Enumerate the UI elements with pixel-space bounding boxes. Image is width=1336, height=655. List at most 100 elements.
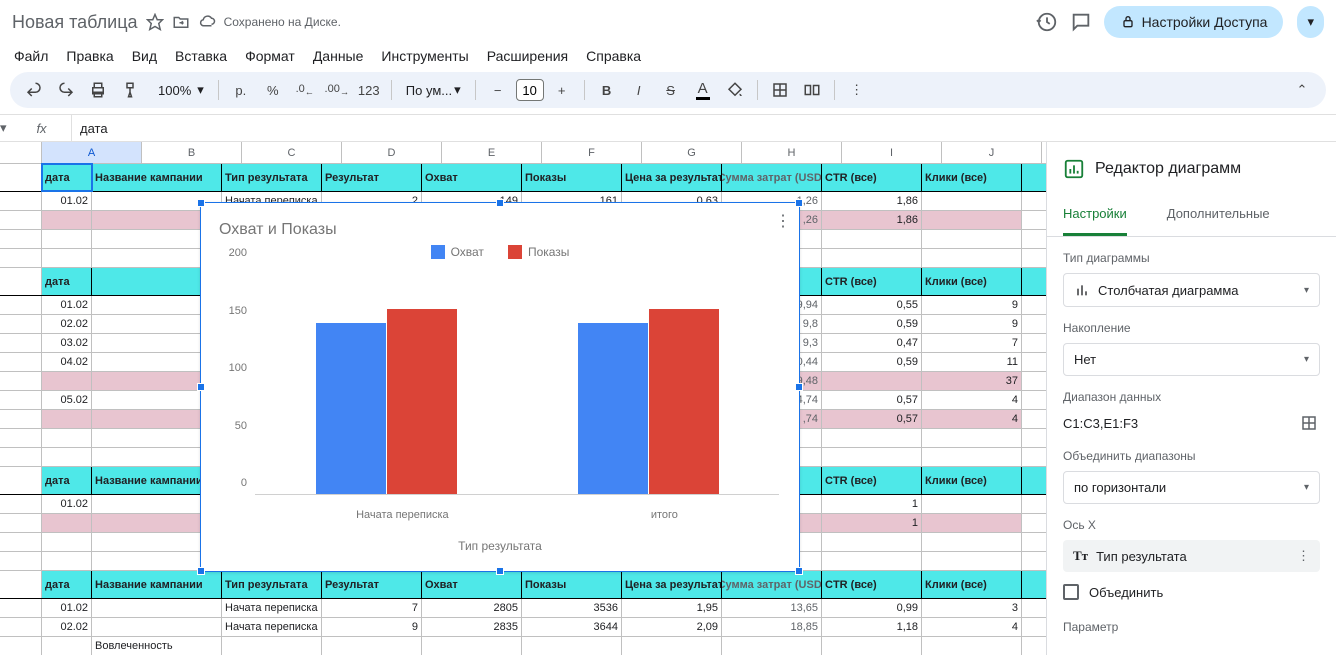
col-header-d[interactable]: D xyxy=(342,142,442,163)
col-header-e[interactable]: E xyxy=(442,142,542,163)
menu-insert[interactable]: Вставка xyxy=(175,48,227,64)
cell[interactable]: Сумма затрат (USD) xyxy=(722,164,822,191)
doc-title[interactable]: Новая таблица xyxy=(12,12,138,33)
cell[interactable]: Тип результата xyxy=(222,164,322,191)
stacking-select[interactable]: Нет▾ xyxy=(1063,343,1320,376)
resize-handle[interactable] xyxy=(496,567,504,575)
percent-button[interactable]: % xyxy=(259,76,287,104)
menu-help[interactable]: Справка xyxy=(586,48,641,64)
italic-button[interactable]: I xyxy=(625,76,653,104)
menu-view[interactable]: Вид xyxy=(132,48,157,64)
zoom-dropdown[interactable]: 100%▾ xyxy=(148,82,210,98)
chart-container[interactable]: ⋮ Охват и Показы Охват Показы 0 50 100 1… xyxy=(200,202,800,572)
resize-handle[interactable] xyxy=(496,199,504,207)
undo-button[interactable] xyxy=(20,76,48,104)
menu-tools[interactable]: Инструменты xyxy=(381,48,468,64)
cell-a1[interactable]: дата xyxy=(42,164,92,191)
cell[interactable] xyxy=(42,211,92,229)
share-label: Настройки Доступа xyxy=(1142,14,1268,30)
select-all-corner[interactable] xyxy=(0,142,42,163)
cell[interactable]: дата xyxy=(42,268,92,295)
more-toolbar-button[interactable]: ⋮ xyxy=(843,76,871,104)
col-header-c[interactable]: C xyxy=(242,142,342,163)
cell[interactable]: Название кампании xyxy=(92,164,222,191)
increase-decimal-button[interactable]: .00→ xyxy=(323,76,351,104)
cell[interactable]: 1,86 xyxy=(822,211,922,229)
resize-handle[interactable] xyxy=(795,199,803,207)
print-button[interactable] xyxy=(84,76,112,104)
col-header-f[interactable]: F xyxy=(542,142,642,163)
font-size-decrease[interactable]: − xyxy=(484,76,512,104)
cell[interactable]: CTR (все) xyxy=(822,467,922,494)
cell[interactable]: Охват xyxy=(422,164,522,191)
borders-button[interactable] xyxy=(766,76,794,104)
col-header-a[interactable]: A xyxy=(42,142,142,163)
resize-handle[interactable] xyxy=(197,199,205,207)
strikethrough-button[interactable]: S xyxy=(657,76,685,104)
resize-handle[interactable] xyxy=(197,383,205,391)
menu-edit[interactable]: Правка xyxy=(66,48,113,64)
cell[interactable]: дата xyxy=(42,467,92,494)
col-header-j[interactable]: J xyxy=(942,142,1042,163)
comments-icon[interactable] xyxy=(1070,11,1092,33)
decrease-decimal-button[interactable]: .0← xyxy=(291,76,319,104)
number-format-button[interactable]: 123 xyxy=(355,76,383,104)
cell[interactable] xyxy=(922,211,1022,229)
resize-handle[interactable] xyxy=(795,383,803,391)
cell[interactable] xyxy=(922,192,1022,210)
cell[interactable]: CTR (все) xyxy=(822,268,922,295)
tab-setup[interactable]: Настройки xyxy=(1063,196,1127,236)
chart-editor-panel: Редактор диаграмм Настройки Дополнительн… xyxy=(1046,142,1336,655)
menu-format[interactable]: Формат xyxy=(245,48,295,64)
cell[interactable]: Цена за результат xyxy=(622,164,722,191)
xaxis-chip[interactable]: Tт Тип результата ⋮ xyxy=(1063,540,1320,572)
name-box-dropdown[interactable]: ▾ xyxy=(0,120,12,136)
chart-type-select[interactable]: Столбчатая диаграмма▾ xyxy=(1063,273,1320,307)
fill-color-button[interactable] xyxy=(721,76,749,104)
menu-extensions[interactable]: Расширения xyxy=(487,48,568,64)
redo-button[interactable] xyxy=(52,76,80,104)
font-size-input[interactable] xyxy=(516,79,544,101)
cell[interactable]: 01.02 xyxy=(42,192,92,210)
aggregate-checkbox[interactable] xyxy=(1063,584,1079,600)
cell[interactable]: 1,86 xyxy=(822,192,922,210)
text-color-button[interactable]: A xyxy=(689,76,717,104)
history-icon[interactable] xyxy=(1036,11,1058,33)
share-dropdown[interactable]: ▾ xyxy=(1297,6,1324,38)
cell[interactable]: Показы xyxy=(522,164,622,191)
move-folder-icon[interactable] xyxy=(172,13,190,31)
resize-handle[interactable] xyxy=(197,567,205,575)
col-header-g[interactable]: G xyxy=(642,142,742,163)
menu-file[interactable]: Файл xyxy=(14,48,48,64)
bold-button[interactable]: B xyxy=(593,76,621,104)
fx-label: fx xyxy=(12,115,72,141)
font-dropdown[interactable]: По ум...▾ xyxy=(400,82,467,98)
aggregate-label: Объединить xyxy=(1089,585,1163,600)
select-range-icon[interactable] xyxy=(1300,414,1320,434)
collapse-toolbar-button[interactable]: ⌃ xyxy=(1288,76,1316,104)
combine-select[interactable]: по горизонтали▾ xyxy=(1063,471,1320,504)
data-range-input[interactable]: C1:C3,E1:F3 xyxy=(1063,412,1292,435)
formula-input[interactable]: дата xyxy=(72,121,1336,136)
cell[interactable]: CTR (все) xyxy=(822,164,922,191)
star-icon[interactable] xyxy=(146,13,164,31)
paint-format-button[interactable] xyxy=(116,76,144,104)
col-header-b[interactable]: B xyxy=(142,142,242,163)
col-header-h[interactable]: H xyxy=(742,142,842,163)
currency-button[interactable]: р. xyxy=(227,76,255,104)
chart-menu-icon[interactable]: ⋮ xyxy=(775,211,791,231)
cell[interactable]: Клики (все) xyxy=(922,268,1022,295)
merge-button[interactable] xyxy=(798,76,826,104)
cloud-saved-icon[interactable] xyxy=(198,13,216,31)
resize-handle[interactable] xyxy=(795,567,803,575)
tab-customize[interactable]: Дополнительные xyxy=(1167,196,1270,236)
cell[interactable]: Клики (все) xyxy=(922,467,1022,494)
cell[interactable]: Результат xyxy=(322,164,422,191)
xaxis-more-icon[interactable]: ⋮ xyxy=(1297,548,1310,564)
font-size-increase[interactable]: + xyxy=(548,76,576,104)
menu-data[interactable]: Данные xyxy=(313,48,364,64)
col-header-i[interactable]: I xyxy=(842,142,942,163)
spreadsheet-grid[interactable]: A B C D E F G H I J дата Название кампан… xyxy=(0,142,1046,655)
share-button[interactable]: Настройки Доступа xyxy=(1104,6,1284,38)
cell[interactable]: Клики (все) xyxy=(922,164,1022,191)
